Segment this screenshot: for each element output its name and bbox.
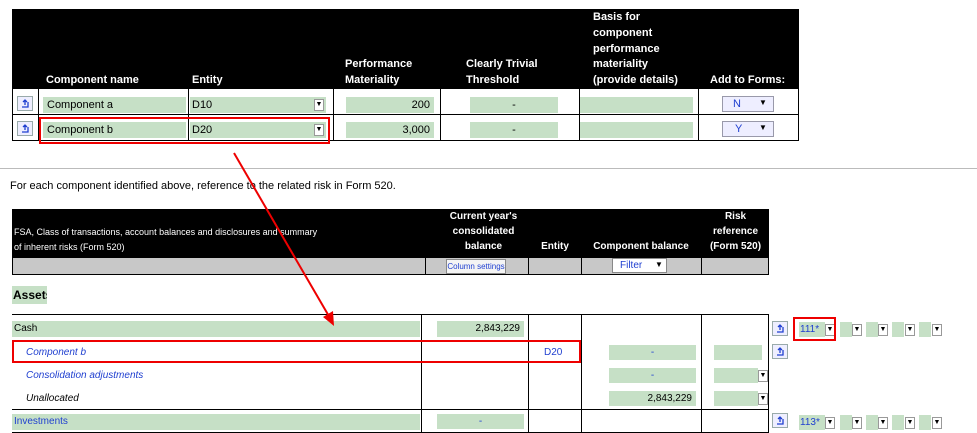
annotation-arrow (233, 152, 334, 326)
